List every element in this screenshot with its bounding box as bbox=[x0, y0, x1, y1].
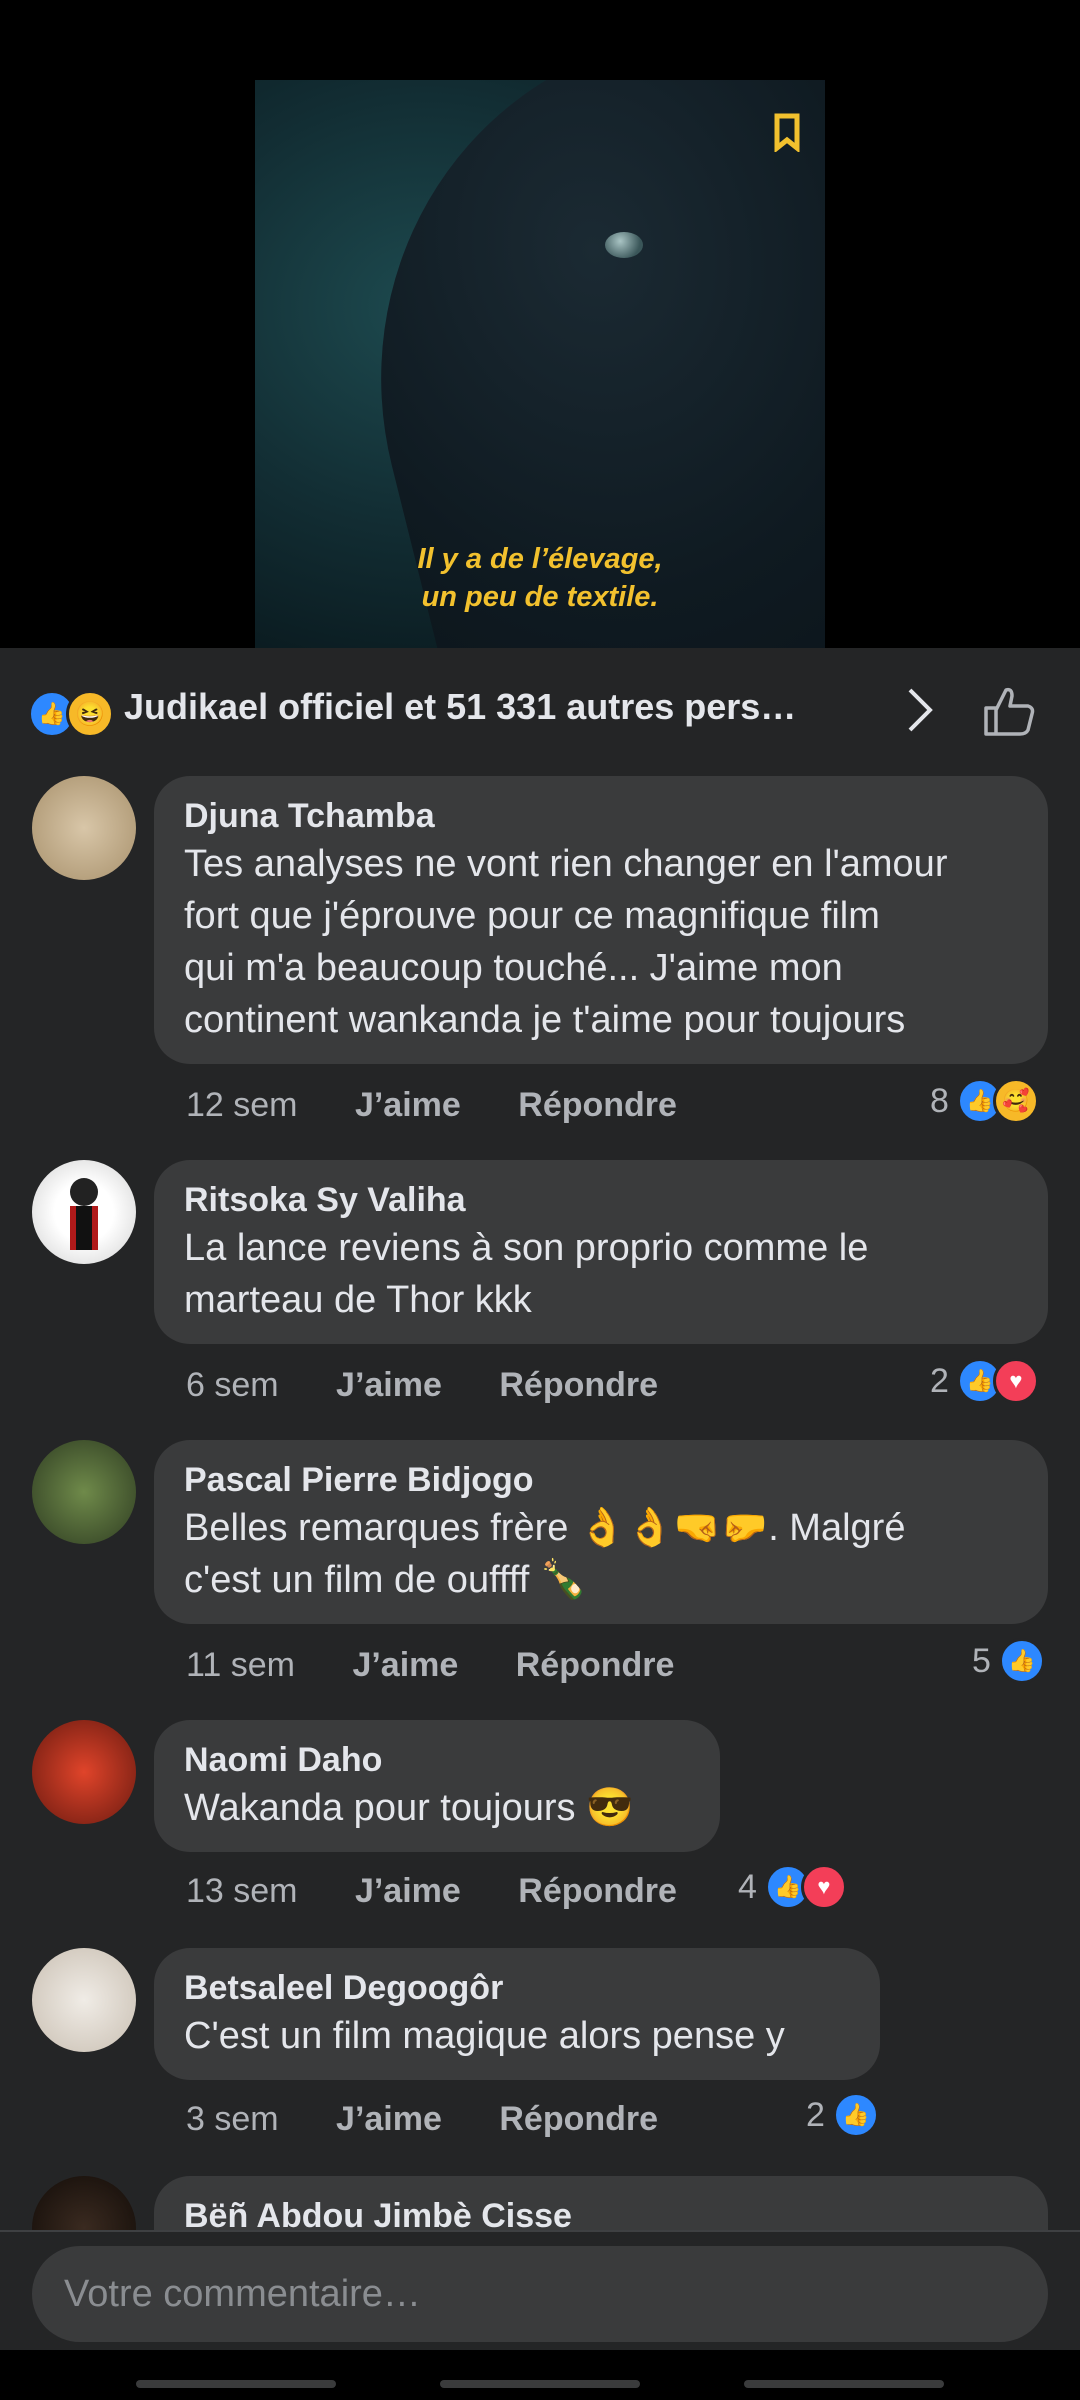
comment-author[interactable]: Pascal Pierre Bidjogo bbox=[184, 1458, 1018, 1502]
like-comment-button[interactable]: J’aime bbox=[336, 1366, 442, 1404]
love-icon: ♥ bbox=[992, 1358, 1039, 1404]
avatar[interactable] bbox=[32, 776, 136, 880]
comment-text: qui m'a beaucoup touché... J'aime mon bbox=[184, 947, 843, 989]
comment-text: c'est un film de ouffff 🍾 bbox=[184, 1559, 588, 1601]
video-subtitle: Il y a de l’élevage, un peu de textile. bbox=[255, 540, 825, 616]
like-comment-button[interactable]: J’aime bbox=[336, 2100, 442, 2138]
reply-button[interactable]: Répondre bbox=[499, 1366, 658, 1404]
avatar[interactable] bbox=[32, 1948, 136, 2052]
like-outline-icon[interactable] bbox=[980, 682, 1038, 740]
comment-bubble[interactable]: Betsaleel Degoogôr C'est un film magique… bbox=[154, 1948, 880, 2080]
video-frame[interactable]: Il y a de l’élevage, un peu de textile. bbox=[255, 80, 825, 648]
comment-reactions[interactable]: 4 👍 ♥ bbox=[738, 1864, 847, 1910]
comment-text: Belles remarques frère 👌👌🤜🤛. Malgré bbox=[184, 1507, 906, 1549]
comment-meta: 11 sem J’aime Répondre bbox=[186, 1646, 722, 1685]
nav-home-button[interactable] bbox=[440, 2380, 640, 2388]
reaction-count: 8 bbox=[930, 1081, 949, 1120]
reaction-count: 4 bbox=[738, 1867, 757, 1906]
love-icon: ♥ bbox=[800, 1864, 847, 1910]
reaction-count: 2 bbox=[930, 1361, 949, 1400]
reaction-count: 5 bbox=[972, 1641, 991, 1680]
comment-text: Tes analyses ne vont rien changer en l'a… bbox=[184, 843, 948, 885]
comment-text: marteau de Thor kkk bbox=[184, 1279, 532, 1321]
subtitle-line-1: Il y a de l’élevage, bbox=[417, 543, 663, 575]
comment-author[interactable]: Djuna Tchamba bbox=[184, 794, 1018, 838]
haha-icon: 😆 bbox=[66, 690, 114, 738]
comment-text: fort que j'éprouve pour ce magnifique fi… bbox=[184, 895, 880, 937]
comment-text: Wakanda pour toujours 😎 bbox=[184, 1787, 634, 1829]
bookmark-icon bbox=[773, 112, 801, 154]
video-scene-button bbox=[605, 232, 643, 258]
comment-author[interactable]: Ritsoka Sy Valiha bbox=[184, 1178, 1018, 1222]
comment-reactions[interactable]: 5 👍 bbox=[972, 1638, 1045, 1684]
comment-time: 6 sem bbox=[186, 1366, 279, 1404]
comment-time: 12 sem bbox=[186, 1086, 298, 1124]
comment-bubble[interactable]: Ritsoka Sy Valiha La lance reviens à son… bbox=[154, 1160, 1048, 1344]
comment-bubble[interactable]: Pascal Pierre Bidjogo Belles remarques f… bbox=[154, 1440, 1048, 1624]
reply-button[interactable]: Répondre bbox=[518, 1086, 677, 1124]
comment-reactions[interactable]: 8 👍 🥰 bbox=[930, 1078, 1039, 1124]
chevron-right-icon[interactable] bbox=[900, 680, 940, 753]
comment-composer bbox=[0, 2230, 1080, 2352]
comment-meta: 6 sem J’aime Répondre bbox=[186, 1366, 706, 1405]
reactions-summary[interactable]: Judikael officiel et 51 331 autres pers… bbox=[124, 686, 796, 728]
system-navigation-bar bbox=[0, 2350, 1080, 2400]
reply-button[interactable]: Répondre bbox=[516, 1646, 675, 1684]
reply-button[interactable]: Répondre bbox=[499, 2100, 658, 2138]
comment-meta: 12 sem J’aime Répondre bbox=[186, 1086, 725, 1125]
subtitle-line-2: un peu de textile. bbox=[421, 581, 659, 613]
comment-meta: 13 sem J’aime Répondre bbox=[186, 1872, 725, 1911]
comment-input[interactable] bbox=[32, 2246, 1048, 2342]
comment-text: continent wankanda je t'aime pour toujou… bbox=[184, 999, 906, 1041]
comment-author[interactable]: Naomi Daho bbox=[184, 1738, 690, 1782]
comment-author[interactable]: Betsaleel Degoogôr bbox=[184, 1966, 850, 2010]
comment-time: 13 sem bbox=[186, 1872, 298, 1910]
comment-bubble[interactable]: Naomi Daho Wakanda pour toujours 😎 bbox=[154, 1720, 720, 1852]
reaction-icons[interactable]: 👍 😆 bbox=[28, 690, 118, 738]
comment-bubble[interactable]: Djuna Tchamba Tes analyses ne vont rien … bbox=[154, 776, 1048, 1064]
nav-recents-button[interactable] bbox=[136, 2380, 336, 2388]
comment-reactions[interactable]: 2 👍 ♥ bbox=[930, 1358, 1039, 1404]
comment-text: La lance reviens à son proprio comme le bbox=[184, 1227, 869, 1269]
like-icon: 👍 bbox=[998, 1638, 1045, 1684]
like-comment-button[interactable]: J’aime bbox=[355, 1872, 461, 1910]
comment-text: C'est un film magique alors pense y bbox=[184, 2015, 785, 2057]
like-icon: 👍 bbox=[832, 2092, 879, 2138]
comment-time: 3 sem bbox=[186, 2100, 279, 2138]
comment-reactions[interactable]: 2 👍 bbox=[806, 2092, 879, 2138]
nav-back-button[interactable] bbox=[744, 2380, 944, 2388]
like-comment-button[interactable]: J’aime bbox=[352, 1646, 458, 1684]
avatar[interactable] bbox=[32, 1720, 136, 1824]
avatar[interactable] bbox=[32, 1160, 136, 1264]
care-icon: 🥰 bbox=[992, 1078, 1039, 1124]
reply-button[interactable]: Répondre bbox=[518, 1872, 677, 1910]
video-player[interactable]: Il y a de l’élevage, un peu de textile. bbox=[0, 0, 1080, 648]
comment-meta: 3 sem J’aime Répondre bbox=[186, 2100, 706, 2139]
like-comment-button[interactable]: J’aime bbox=[355, 1086, 461, 1124]
comment-time: 11 sem bbox=[186, 1646, 295, 1684]
avatar[interactable] bbox=[32, 1440, 136, 1544]
reaction-count: 2 bbox=[806, 2095, 825, 2134]
